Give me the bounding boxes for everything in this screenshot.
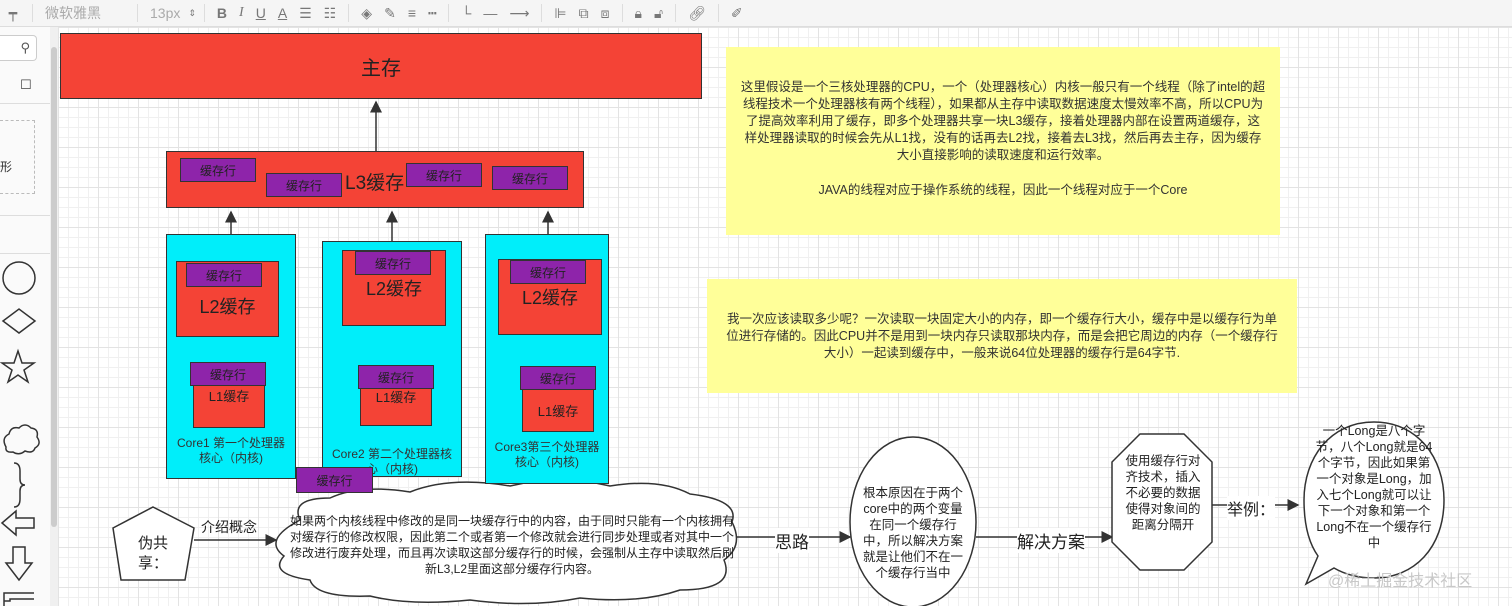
- font-color-button[interactable]: A: [272, 0, 293, 26]
- main-memory-box[interactable]: 主存: [60, 33, 702, 99]
- core2-l1-cache-line[interactable]: 缓存行: [358, 365, 434, 389]
- search-icon: ⚲: [20, 40, 30, 55]
- l3-cache-line-3[interactable]: 缓存行: [406, 163, 482, 187]
- down-arrow-shape-icon[interactable]: [4, 546, 34, 582]
- octagon-text: 使用缓存行对齐技术，插入不必要的数据使得对象间的距离分隔开: [1125, 454, 1201, 532]
- core1-l2-cache-line[interactable]: 缓存行: [186, 263, 262, 287]
- false-sharing-label: 伪共享：: [137, 535, 168, 572]
- note1-paragraph-1: 这里假设是一个三核处理器的CPU，一个（处理器核心）内核一般只有一个线程（除了i…: [740, 80, 1266, 162]
- diamond-shape-icon[interactable]: [1, 308, 37, 334]
- core2-l2-cache-line[interactable]: 缓存行: [355, 251, 431, 275]
- italic-button[interactable]: I: [233, 0, 250, 26]
- l3-cache-line-2[interactable]: 缓存行: [266, 173, 342, 197]
- explanation-note-2[interactable]: 我一次应该读取多少呢？一次读取一块固定大小的内存，即一个缓存行大小，缓存中是以缓…: [707, 279, 1297, 393]
- note2-text: 我一次应该读取多少呢？一次读取一块固定大小的内存，即一个缓存行大小，缓存中是以缓…: [726, 312, 1278, 360]
- toolbar-divider: [448, 4, 450, 22]
- idea-label: 思路: [775, 528, 809, 553]
- l3-cache-label: L3缓存: [345, 173, 405, 194]
- line-color-icon[interactable]: ✎: [378, 0, 402, 26]
- core1-label: Core1 第一个处理器核心（内核): [176, 436, 286, 465]
- watermark: @稀土掘金技术社区: [1328, 573, 1473, 590]
- unlock-icon[interactable]: 🔓︎: [648, 0, 669, 26]
- cloud-shape-icon[interactable]: [3, 424, 40, 455]
- core3-l2-cache-line[interactable]: 缓存行: [510, 260, 586, 284]
- sidebar-divider: [0, 253, 50, 254]
- shape-preview: [0, 120, 35, 194]
- fill-color-icon[interactable]: ◈: [355, 0, 378, 26]
- bubble-text: 一个Long是八个字节，八个Long就是64个字节，因此如果第一个对象是Long…: [1315, 424, 1433, 550]
- line-style-icon[interactable]: ┅: [422, 0, 442, 26]
- toolbar-divider: [137, 4, 138, 22]
- shared-cache-line[interactable]: 缓存行: [296, 467, 373, 493]
- sidebar-shape-label: 形: [0, 160, 13, 174]
- font-family-select[interactable]: 微软雅黑: [39, 0, 131, 26]
- sidebar-divider: [0, 103, 50, 104]
- scrollbar-thumb[interactable]: [51, 47, 57, 527]
- toolbar-divider: [621, 4, 623, 22]
- align-shapes-icon[interactable]: ⊫: [548, 0, 572, 26]
- intro-concept-label: 介绍概念: [201, 519, 257, 535]
- line-start-icon[interactable]: —: [477, 0, 503, 26]
- lock-icon[interactable]: 🔒︎: [629, 0, 648, 26]
- core3-l1-cache-line[interactable]: 缓存行: [520, 366, 596, 390]
- toolbar-divider: [541, 4, 543, 22]
- core1-l1-cache-line[interactable]: 缓存行: [190, 362, 266, 386]
- toolbar-divider: [32, 4, 33, 22]
- list-icon[interactable]: ☷: [318, 0, 343, 26]
- left-arrow-shape-icon[interactable]: [0, 509, 35, 537]
- toolbar-divider: [717, 4, 719, 22]
- align-icon[interactable]: ☰: [293, 0, 318, 26]
- sidebar-divider: [0, 215, 50, 216]
- toolbar-divider: [675, 4, 677, 22]
- example-label: 举例：: [1227, 496, 1276, 520]
- brace-shape-icon[interactable]: [13, 462, 26, 508]
- font-size-select[interactable]: 13px: [144, 0, 186, 26]
- core3-label: Core3第三个处理器核心（内核): [494, 440, 600, 469]
- sidebar-scrollbar[interactable]: [50, 27, 58, 606]
- shape-palette: [0, 261, 40, 606]
- bring-front-icon[interactable]: ⧉: [573, 0, 595, 26]
- ellipse-text: 根本原因在于两个core中的两个变量在同一个缓存行中，所以解决方案就是让他们不在…: [862, 486, 963, 580]
- toolbar-divider: [348, 4, 350, 22]
- connector-type-icon[interactable]: └: [455, 0, 477, 26]
- line-end-arrow-icon[interactable]: ⟶: [503, 0, 535, 26]
- send-back-icon[interactable]: ⧈: [595, 0, 616, 26]
- corner-shape-icon[interactable]: [3, 592, 34, 606]
- link-icon[interactable]: 🔗︎: [682, 0, 712, 26]
- shape-sidebar: ⚲ ☐ 形: [0, 27, 51, 606]
- format-painter-icon[interactable]: ✐: [725, 0, 749, 26]
- chevron-down-icon[interactable]: ⇕: [186, 0, 198, 26]
- format-toolbar: ┯ 微软雅黑 13px ⇕ B I U A ☰ ☷ ◈ ✎ ≡ ┅ └ — ⟶ …: [0, 0, 1512, 27]
- shape-search-input[interactable]: ⚲: [0, 35, 37, 61]
- star-shape-icon[interactable]: [0, 348, 37, 384]
- note1-paragraph-2: JAVA的线程对应于操作系统的线程，因此一个线程对应于一个Core: [818, 183, 1188, 197]
- explanation-note-1[interactable]: 这里假设是一个三核处理器的CPU，一个（处理器核心）内核一般只有一个线程（除了i…: [726, 47, 1280, 235]
- underline-button[interactable]: U: [250, 0, 272, 26]
- solution-label: 解决方案: [1017, 528, 1085, 553]
- edit-icon[interactable]: ☐: [20, 77, 32, 93]
- cloud-text: 如果两个内核线程中修改的是同一块缓存行中的内容，由于同时只能有一个内核拥有对缓存…: [290, 514, 735, 576]
- l3-cache-line-4[interactable]: 缓存行: [492, 166, 568, 190]
- l3-cache-line-1[interactable]: 缓存行: [180, 158, 256, 182]
- pin-icon[interactable]: ┯: [0, 0, 26, 26]
- circle-shape-icon[interactable]: [2, 261, 36, 295]
- bold-button[interactable]: B: [211, 0, 233, 26]
- toolbar-divider: [203, 4, 205, 22]
- line-width-icon[interactable]: ≡: [402, 0, 422, 26]
